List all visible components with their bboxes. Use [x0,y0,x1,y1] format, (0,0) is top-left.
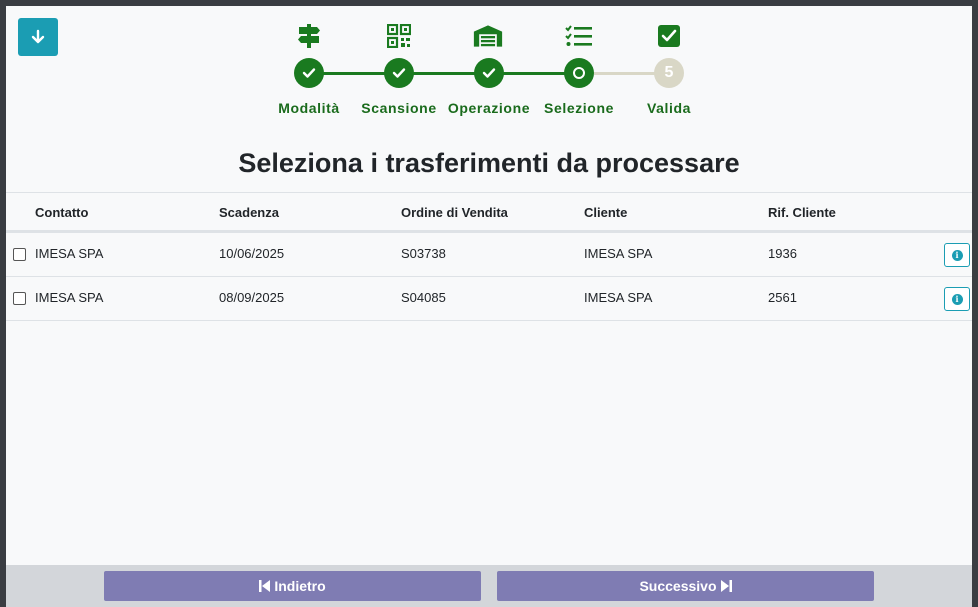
step-connector [413,72,476,75]
cell-ordine: S03738 [401,246,446,261]
signpost-icon [294,22,324,50]
column-header-scadenza[interactable]: Scadenza [219,205,279,220]
row-checkbox[interactable] [13,292,26,305]
cell-rif-cliente: 2561 [768,290,797,305]
back-button-label: Indietro [274,578,326,594]
qr-code-icon [384,22,414,50]
step-backward-icon [259,580,271,592]
wizard-stepper: 5 Modalità Scansione Operazione Selezion… [6,6,972,126]
footer-bar: Indietro Successivo [6,565,972,607]
warehouse-icon [473,22,503,50]
transfers-table: Contatto Scadenza Ordine di Vendita Clie… [6,192,972,321]
column-header-contatto[interactable]: Contatto [35,205,88,220]
step-1-circle[interactable] [294,58,324,88]
cell-scadenza: 10/06/2025 [219,246,285,261]
step-number: 5 [664,64,674,81]
cell-cliente: IMESA SPA [584,290,653,305]
checklist-icon [564,22,594,50]
step-label-valida[interactable]: Valida [609,100,729,116]
cell-contatto: IMESA SPA [35,290,104,305]
wizard-panel: 5 Modalità Scansione Operazione Selezion… [6,6,972,607]
table-header: Contatto Scadenza Ordine di Vendita Clie… [6,192,972,233]
column-header-cliente[interactable]: Cliente [584,205,627,220]
back-button[interactable]: Indietro [104,571,481,601]
column-header-rif-cliente[interactable]: Rif. Cliente [768,205,836,220]
step-2-circle[interactable] [384,58,414,88]
step-connector [503,72,567,75]
info-button[interactable]: i [944,287,970,311]
cell-scadenza: 08/09/2025 [219,290,285,305]
cell-rif-cliente: 1936 [768,246,797,261]
step-5-circle[interactable]: 5 [654,58,684,88]
page-title: Seleziona i trasferimenti da processare [238,148,740,178]
check-square-icon [654,22,684,50]
cell-cliente: IMESA SPA [584,246,653,261]
cell-ordine: S04085 [401,290,446,305]
step-forward-icon [720,580,732,592]
info-icon: i [951,249,963,261]
step-4-circle[interactable] [564,58,594,88]
next-button[interactable]: Successivo [497,571,874,601]
row-checkbox[interactable] [13,248,26,261]
check-icon [302,68,316,78]
table-row[interactable]: IMESA SPA 08/09/2025 S04085 IMESA SPA 25… [6,277,972,321]
circle-icon [573,67,585,79]
info-button[interactable]: i [944,243,970,267]
column-header-ordine[interactable]: Ordine di Vendita [401,205,508,220]
check-icon [482,68,496,78]
step-connector [323,72,386,75]
table-row[interactable]: IMESA SPA 10/06/2025 S03738 IMESA SPA 19… [6,233,972,277]
next-button-label: Successivo [639,578,717,594]
step-3-circle[interactable] [474,58,504,88]
check-icon [392,68,406,78]
step-connector [594,72,657,75]
info-icon: i [951,293,963,305]
cell-contatto: IMESA SPA [35,246,104,261]
